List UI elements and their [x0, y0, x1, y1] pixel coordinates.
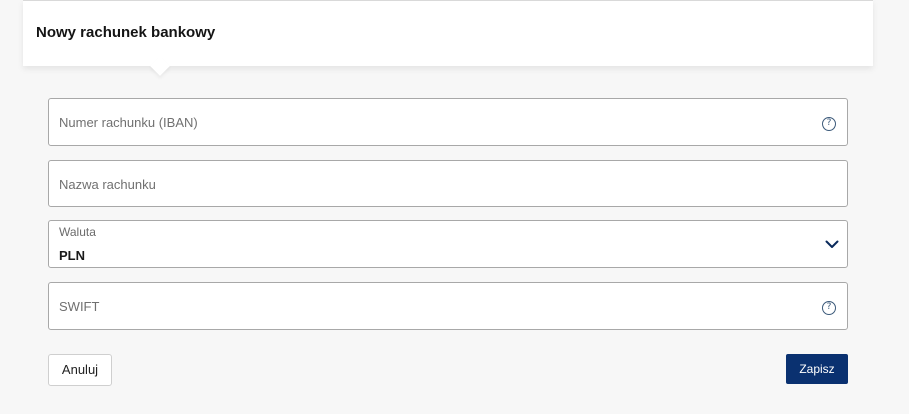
- iban-field[interactable]: Numer rachunku (IBAN) ?: [48, 98, 848, 146]
- header-card: Nowy rachunek bankowy: [23, 0, 873, 76]
- swift-field[interactable]: SWIFT ?: [48, 282, 848, 330]
- swift-help-icon[interactable]: ?: [822, 301, 836, 315]
- page-title: Nowy rachunek bankowy: [36, 24, 216, 41]
- iban-placeholder: Numer rachunku (IBAN): [59, 115, 198, 130]
- cancel-button[interactable]: Anuluj: [48, 354, 112, 386]
- header-pointer: [150, 56, 170, 76]
- account-name-field[interactable]: Nazwa rachunku: [48, 160, 848, 207]
- account-name-placeholder: Nazwa rachunku: [59, 177, 156, 192]
- currency-label: Waluta: [59, 225, 96, 239]
- swift-placeholder: SWIFT: [59, 299, 100, 314]
- iban-help-icon[interactable]: ?: [822, 117, 836, 131]
- currency-select[interactable]: Waluta PLN: [48, 220, 848, 268]
- currency-value: PLN: [59, 248, 85, 263]
- save-button[interactable]: Zapisz: [786, 354, 848, 384]
- chevron-down-icon[interactable]: [825, 237, 839, 251]
